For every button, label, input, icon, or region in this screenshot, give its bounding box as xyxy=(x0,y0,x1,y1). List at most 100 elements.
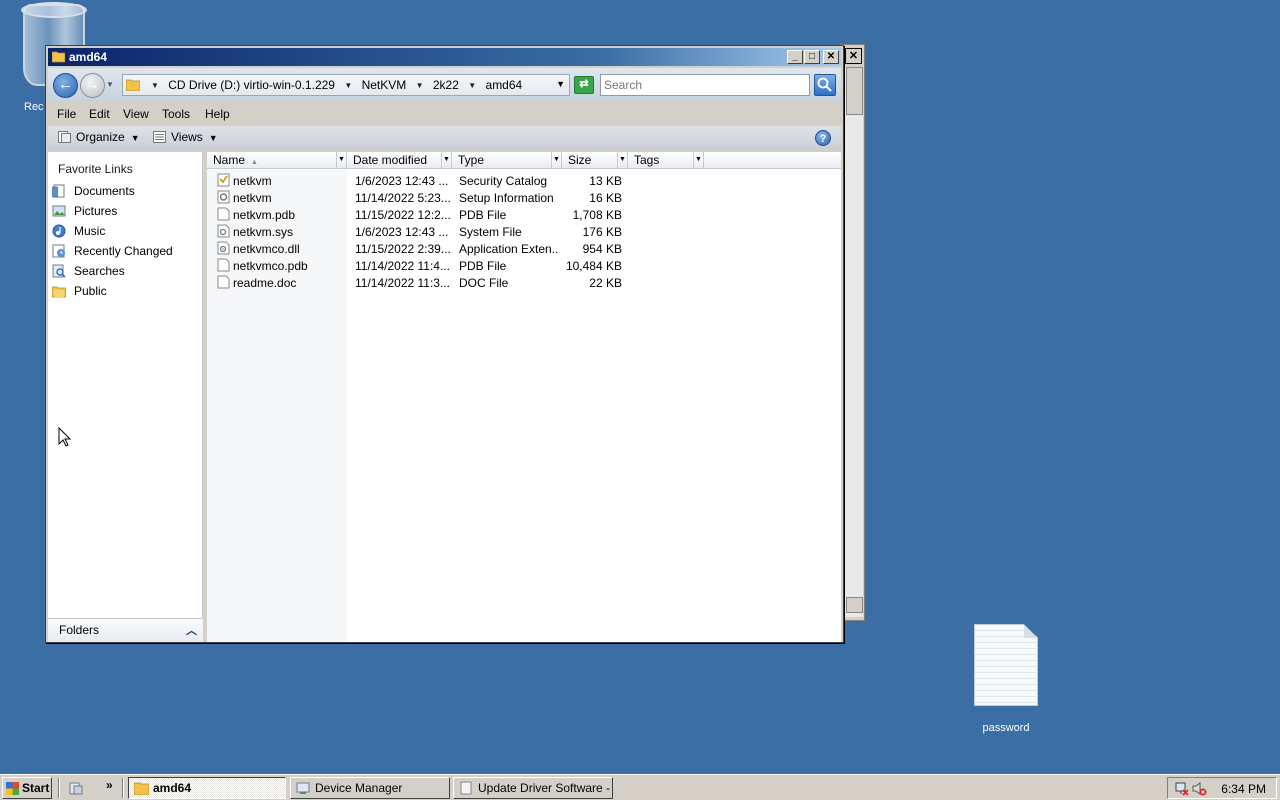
sidebar-item-searches[interactable]: Searches xyxy=(52,264,125,282)
column-header-size[interactable]: Size ▼ xyxy=(562,152,628,169)
scrollbar-bottom-arrow[interactable] xyxy=(846,597,863,613)
command-toolbar: Organize ▼ Views ▼ ? xyxy=(48,126,841,150)
file-type: DOC File xyxy=(459,276,509,290)
recent-pages-dropdown[interactable]: ▼ xyxy=(106,80,114,89)
searches-icon xyxy=(52,264,66,278)
search-button[interactable] xyxy=(814,74,836,96)
file-name: netkvm xyxy=(233,174,272,188)
chevron-down-icon[interactable]: ▼ xyxy=(416,81,424,90)
file-type: Setup Information xyxy=(459,191,554,205)
chevron-down-icon[interactable]: ▼ xyxy=(693,152,703,168)
organize-button[interactable]: Organize ▼ xyxy=(58,130,140,144)
folders-toggle[interactable]: Folders ︿ xyxy=(48,618,203,642)
file-date: 11/14/2022 5:23... xyxy=(355,191,451,205)
menu-file[interactable]: File xyxy=(57,107,76,121)
sidebar-item-recently-changed[interactable]: Recently Changed xyxy=(52,244,173,262)
device-manager-icon xyxy=(296,782,310,794)
network-disconnected-icon[interactable] xyxy=(1174,781,1189,796)
scrollbar-thumb[interactable] xyxy=(846,67,863,115)
clock[interactable]: 6:34 PM xyxy=(1221,782,1266,796)
password-desktop-icon[interactable]: password xyxy=(962,624,1050,734)
column-header-name[interactable]: Name ▲ ▼ xyxy=(207,152,347,169)
folders-label: Folders xyxy=(59,623,100,637)
address-bar[interactable]: ▼ CD Drive (D:) virtio-win-0.1.229 ▼ Net… xyxy=(122,74,570,96)
sidebar-item-pictures[interactable]: Pictures xyxy=(52,204,117,222)
chevron-up-icon: ︿ xyxy=(186,625,197,637)
favorite-links-heading: Favorite Links xyxy=(58,162,133,176)
volume-muted-icon[interactable] xyxy=(1192,781,1207,796)
menu-view[interactable]: View xyxy=(123,107,149,121)
task-update-driver-software[interactable]: Update Driver Software - ... xyxy=(453,777,613,799)
close-button[interactable]: ✕ xyxy=(823,50,839,64)
menu-tools[interactable]: Tools xyxy=(162,107,190,121)
maximize-button[interactable]: □ xyxy=(804,50,820,64)
back-button[interactable]: ← xyxy=(53,73,78,98)
server-manager-icon[interactable] xyxy=(68,780,84,796)
file-row[interactable]: netkvm 11/14/2022 5:23... Setup Informat… xyxy=(207,189,841,206)
chevron-down-icon[interactable]: ▼ xyxy=(336,152,346,168)
help-icon[interactable]: ? xyxy=(815,130,831,146)
views-icon xyxy=(153,131,166,143)
minimize-button[interactable]: _ xyxy=(787,50,803,64)
chevron-down-icon[interactable]: ▼ xyxy=(151,81,159,90)
breadcrumb-amd64[interactable]: amd64 xyxy=(486,78,523,92)
window-title: amd64 xyxy=(69,50,108,64)
sidebar-item-public[interactable]: Public xyxy=(52,284,107,302)
background-window-scrollbar[interactable] xyxy=(844,67,863,617)
sidebar-item-label: Music xyxy=(74,224,106,238)
column-header-type[interactable]: Type ▼ xyxy=(452,152,562,169)
chevron-down-icon[interactable]: ▼ xyxy=(344,81,352,90)
file-date: 11/15/2022 12:2... xyxy=(355,208,451,222)
file-row[interactable]: readme.doc 11/14/2022 11:3... DOC File 2… xyxy=(207,274,841,291)
refresh-button[interactable]: ⇄ xyxy=(574,76,594,94)
breadcrumb: ▼ CD Drive (D:) virtio-win-0.1.229 ▼ Net… xyxy=(145,78,522,92)
file-row[interactable]: netkvmco.pdb 11/14/2022 11:4... PDB File… xyxy=(207,257,841,274)
chevron-down-icon[interactable]: ▼ xyxy=(468,81,476,90)
search-input[interactable] xyxy=(600,74,810,96)
task-device-manager[interactable]: Device Manager xyxy=(290,777,450,799)
column-header-tags[interactable]: Tags ▼ xyxy=(628,152,704,169)
start-button[interactable]: Start xyxy=(2,777,52,799)
title-bar[interactable]: amd64 _ □ ✕ xyxy=(48,48,841,66)
sidebar-item-label: Recently Changed xyxy=(74,244,173,258)
task-amd64[interactable]: amd64 xyxy=(128,777,286,799)
folder-icon xyxy=(134,782,149,795)
breadcrumb-2k22[interactable]: 2k22 xyxy=(433,78,459,92)
menu-help[interactable]: Help xyxy=(205,107,230,121)
file-row[interactable]: netkvmco.dll 11/15/2022 2:39... Applicat… xyxy=(207,240,841,257)
file-date: 11/14/2022 11:4... xyxy=(355,259,450,273)
taskbar: Start » amd64 Device Manager Update Driv… xyxy=(0,774,1280,800)
file-row[interactable]: netkvm.pdb 11/15/2022 12:2... PDB File 1… xyxy=(207,206,841,223)
sidebar-item-music[interactable]: Music xyxy=(52,224,105,242)
file-row[interactable]: netkvm.sys 1/6/2023 12:43 ... System Fil… xyxy=(207,223,841,240)
breadcrumb-netkvm[interactable]: NetKVM xyxy=(362,78,407,92)
menu-edit[interactable]: Edit xyxy=(89,107,110,121)
forward-button[interactable]: → xyxy=(80,73,105,98)
music-icon xyxy=(52,224,66,238)
background-window-close-button[interactable]: ✕ xyxy=(845,48,862,64)
system-tray: 6:34 PM xyxy=(1167,777,1277,799)
breadcrumb-cd-drive[interactable]: CD Drive (D:) virtio-win-0.1.229 xyxy=(168,78,335,92)
file-row[interactable]: netkvm 1/6/2023 12:43 ... Security Catal… xyxy=(207,172,841,189)
public-folder-icon xyxy=(52,286,66,298)
quick-launch-more[interactable]: » xyxy=(106,778,113,792)
column-header-label: Date modified xyxy=(353,153,428,167)
chevron-down-icon[interactable]: ▼ xyxy=(617,152,627,168)
pictures-icon xyxy=(52,205,66,217)
views-button[interactable]: Views ▼ xyxy=(153,130,218,144)
documents-icon xyxy=(52,184,65,198)
menu-bar: File Edit View Tools Help xyxy=(48,104,841,124)
chevron-down-icon[interactable]: ▼ xyxy=(441,152,451,168)
start-label: Start xyxy=(22,781,50,795)
column-header-date-modified[interactable]: Date modified ▼ xyxy=(347,152,452,169)
file-name: netkvm.sys xyxy=(233,225,294,239)
file-name: readme.doc xyxy=(233,276,297,290)
chevron-down-icon[interactable]: ▼ xyxy=(551,152,561,168)
sidebar-item-documents[interactable]: Documents xyxy=(52,184,135,202)
file-name: netkvm.pdb xyxy=(233,208,296,222)
column-header-label: Tags xyxy=(634,153,660,167)
dll-icon xyxy=(217,241,230,255)
text-document-icon xyxy=(974,624,1038,706)
address-dropdown-icon[interactable]: ▼ xyxy=(556,79,565,89)
file-type: System File xyxy=(459,225,522,239)
